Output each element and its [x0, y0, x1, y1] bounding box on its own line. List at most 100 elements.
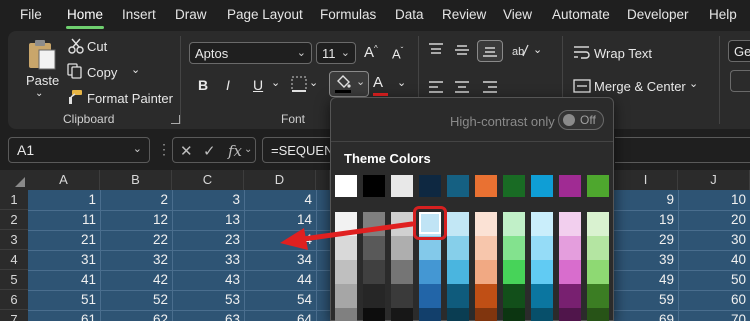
table-cell[interactable]: 53 — [172, 290, 244, 310]
table-cell[interactable]: 52 — [100, 290, 172, 310]
align-middle-icon[interactable] — [454, 43, 470, 57]
formula-input-tail[interactable] — [615, 137, 750, 163]
color-swatch[interactable] — [503, 212, 525, 236]
align-bottom-button[interactable] — [477, 40, 503, 62]
table-cell[interactable]: 32 — [100, 250, 172, 270]
table-cell[interactable]: 4 — [244, 190, 316, 210]
table-cell[interactable]: 2 — [100, 190, 172, 210]
color-swatch[interactable] — [531, 308, 553, 321]
formula-bar-grip-icon[interactable]: ⋮ — [157, 141, 171, 158]
name-box[interactable]: A1 ⌄ — [8, 137, 150, 163]
accounting-format-button[interactable] — [730, 70, 750, 92]
row-header-2[interactable]: 2 — [0, 210, 28, 230]
color-swatch[interactable] — [363, 308, 385, 321]
color-swatch[interactable] — [475, 308, 497, 321]
color-swatch[interactable] — [475, 284, 497, 308]
color-swatch[interactable] — [531, 236, 553, 260]
color-swatch[interactable] — [531, 212, 553, 236]
color-swatch[interactable] — [559, 236, 581, 260]
font-size-select[interactable]: 11 ⌄ — [316, 42, 356, 64]
table-cell[interactable]: 60 — [678, 290, 750, 310]
table-cell[interactable]: 54 — [244, 290, 316, 310]
cut-button[interactable]: Cut — [87, 39, 107, 54]
menu-help[interactable]: Help — [709, 7, 737, 22]
table-cell[interactable]: 39 — [614, 250, 678, 270]
menu-home[interactable]: Home — [67, 7, 103, 22]
table-cell[interactable]: 1 — [28, 190, 100, 210]
color-swatch[interactable] — [559, 260, 581, 284]
row-header-5[interactable]: 5 — [0, 270, 28, 290]
table-cell[interactable]: 22 — [100, 230, 172, 250]
color-swatch[interactable] — [447, 236, 469, 260]
color-swatch[interactable] — [559, 284, 581, 308]
table-cell[interactable]: 12 — [100, 210, 172, 230]
color-swatch[interactable] — [447, 284, 469, 308]
merge-chevron-icon[interactable]: ⌄ — [689, 77, 698, 90]
table-cell[interactable]: 10 — [678, 190, 750, 210]
color-swatch[interactable] — [363, 284, 385, 308]
column-header-i[interactable]: I — [614, 170, 678, 190]
menu-data[interactable]: Data — [395, 7, 424, 22]
insert-function-icon[interactable]: fx — [228, 142, 242, 160]
color-swatch[interactable] — [447, 212, 469, 236]
color-swatch[interactable] — [475, 212, 497, 236]
table-cell[interactable]: 49 — [614, 270, 678, 290]
color-swatch[interactable] — [447, 308, 469, 321]
menu-review[interactable]: Review — [442, 7, 486, 22]
color-swatch[interactable] — [587, 308, 609, 321]
menu-draw[interactable]: Draw — [175, 7, 207, 22]
font-color-chevron-icon[interactable]: ⌄ — [397, 76, 406, 89]
table-cell[interactable]: 3 — [172, 190, 244, 210]
shrink-font-button[interactable]: Aˇ — [392, 46, 403, 61]
color-swatch[interactable] — [587, 284, 609, 308]
column-header-a[interactable]: A — [28, 170, 100, 190]
color-swatch[interactable] — [475, 260, 497, 284]
color-swatch[interactable] — [475, 236, 497, 260]
menu-automate[interactable]: Automate — [552, 7, 610, 22]
table-cell[interactable]: 44 — [244, 270, 316, 290]
color-swatch[interactable] — [335, 175, 357, 197]
color-swatch[interactable] — [419, 284, 441, 308]
column-header-e[interactable] — [316, 170, 330, 190]
column-header-b[interactable]: B — [100, 170, 172, 190]
copy-button[interactable]: Copy — [87, 65, 117, 80]
table-cell[interactable]: 31 — [28, 250, 100, 270]
high-contrast-toggle[interactable]: Off — [558, 110, 604, 130]
format-painter-button[interactable]: Format Painter — [87, 91, 173, 106]
color-swatch[interactable] — [391, 284, 413, 308]
color-swatch[interactable] — [335, 284, 357, 308]
row-header-4[interactable]: 4 — [0, 250, 28, 270]
table-cell[interactable]: 61 — [28, 310, 100, 321]
color-swatch[interactable] — [363, 175, 385, 197]
table-cell[interactable]: 19 — [614, 210, 678, 230]
align-center-icon[interactable] — [454, 80, 470, 94]
cancel-icon[interactable]: ✕ — [180, 142, 193, 160]
menu-page-layout[interactable]: Page Layout — [227, 7, 303, 22]
column-header-j[interactable]: J — [678, 170, 750, 190]
table-cell[interactable]: 43 — [172, 270, 244, 290]
underline-chevron-icon[interactable]: ⌄ — [271, 76, 280, 89]
bold-button[interactable]: B — [198, 77, 208, 93]
color-swatch[interactable] — [559, 175, 581, 197]
color-swatch[interactable] — [587, 260, 609, 284]
menu-view[interactable]: View — [503, 7, 532, 22]
table-cell[interactable]: 63 — [172, 310, 244, 321]
table-cell[interactable]: 40 — [678, 250, 750, 270]
underline-button[interactable]: U — [253, 77, 263, 93]
clipboard-launcher-icon[interactable] — [171, 115, 180, 124]
align-left-icon[interactable] — [428, 80, 444, 94]
color-swatch[interactable] — [475, 175, 497, 197]
table-cell[interactable]: 51 — [28, 290, 100, 310]
color-swatch[interactable] — [391, 308, 413, 321]
color-swatch[interactable] — [587, 212, 609, 236]
menu-insert[interactable]: Insert — [122, 7, 156, 22]
borders-icon[interactable] — [291, 76, 307, 92]
menu-file[interactable]: File — [20, 7, 42, 22]
wrap-text-button[interactable]: Wrap Text — [594, 46, 652, 61]
font-name-select[interactable]: Aptos ⌄ — [189, 42, 312, 64]
column-header-d[interactable]: D — [244, 170, 316, 190]
color-swatch[interactable] — [363, 260, 385, 284]
color-swatch[interactable] — [531, 175, 553, 197]
italic-button[interactable]: I — [226, 77, 230, 93]
color-swatch[interactable] — [419, 308, 441, 321]
